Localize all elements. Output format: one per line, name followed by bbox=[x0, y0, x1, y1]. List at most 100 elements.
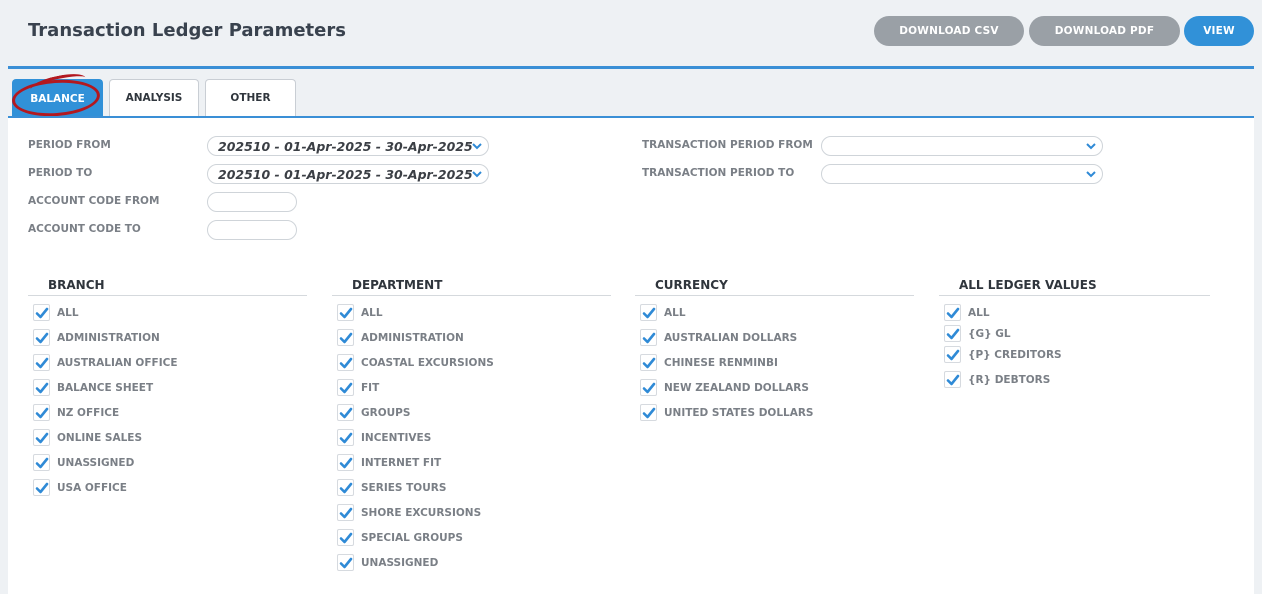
checkbox-item[interactable]: FIT bbox=[337, 379, 379, 396]
checkbox-item[interactable]: ALL bbox=[33, 304, 79, 321]
transaction-period-from-select[interactable] bbox=[821, 136, 1103, 156]
checkbox[interactable] bbox=[33, 429, 50, 446]
tab-other[interactable]: OTHER bbox=[205, 79, 296, 116]
checkbox-label: FIT bbox=[361, 381, 380, 394]
period-to-select[interactable]: 202510 - 01-Apr-2025 - 30-Apr-2025 bbox=[207, 164, 489, 184]
tab-analysis[interactable]: ANALYSIS bbox=[109, 79, 199, 116]
checkbox-label: UNASSIGNED bbox=[361, 556, 439, 569]
checkbox[interactable] bbox=[337, 404, 354, 421]
checkbox-item[interactable]: BALANCE SHEET bbox=[33, 379, 153, 396]
checkbox[interactable] bbox=[337, 529, 354, 546]
checkbox[interactable] bbox=[33, 379, 50, 396]
checkbox-item[interactable]: UNITED STATES DOLLARS bbox=[640, 404, 814, 421]
checkbox-label: NZ OFFICE bbox=[57, 406, 120, 419]
checkbox-item[interactable]: ALL bbox=[337, 304, 383, 321]
checkbox-item[interactable]: ADMINISTRATION bbox=[337, 329, 464, 346]
chevron-down-icon bbox=[472, 171, 482, 178]
checkbox-item[interactable]: UNASSIGNED bbox=[33, 454, 134, 471]
checkbox-item[interactable]: COASTAL EXCURSIONS bbox=[337, 354, 494, 371]
checkbox[interactable] bbox=[944, 304, 961, 321]
checkmark-icon bbox=[35, 382, 49, 394]
checkbox-item[interactable]: USA OFFICE bbox=[33, 479, 127, 496]
checkbox-item[interactable]: CHINESE RENMINBI bbox=[640, 354, 778, 371]
view-button[interactable]: VIEW bbox=[1184, 16, 1254, 46]
transaction-period-to-select[interactable] bbox=[821, 164, 1103, 184]
period-from-select[interactable]: 202510 - 01-Apr-2025 - 30-Apr-2025 bbox=[207, 136, 489, 156]
download-pdf-button[interactable]: DOWNLOAD PDF bbox=[1029, 16, 1180, 46]
checkbox[interactable] bbox=[640, 404, 657, 421]
checkbox-item[interactable]: INTERNET FIT bbox=[337, 454, 441, 471]
checkbox-item[interactable]: {P} CREDITORS bbox=[944, 346, 1062, 363]
checkbox-item[interactable]: ONLINE SALES bbox=[33, 429, 142, 446]
checkbox-item[interactable]: INCENTIVES bbox=[337, 429, 431, 446]
checkbox-label: USA OFFICE bbox=[57, 481, 127, 494]
checkmark-icon bbox=[339, 307, 353, 319]
checkbox-item[interactable]: {R} DEBTORS bbox=[944, 371, 1050, 388]
checkbox[interactable] bbox=[337, 354, 354, 371]
checkbox-item[interactable]: SHORE EXCURSIONS bbox=[337, 504, 481, 521]
checkbox-item[interactable]: NEW ZEALAND DOLLARS bbox=[640, 379, 809, 396]
checkbox[interactable] bbox=[337, 304, 354, 321]
checkbox[interactable] bbox=[33, 304, 50, 321]
checkbox[interactable] bbox=[33, 354, 50, 371]
period-to-label: PERIOD TO bbox=[28, 167, 93, 179]
checkbox[interactable] bbox=[33, 479, 50, 496]
checkbox[interactable] bbox=[337, 479, 354, 496]
checkbox-item[interactable]: ADMINISTRATION bbox=[33, 329, 160, 346]
account-code-from-input[interactable] bbox=[207, 192, 297, 212]
chevron-down-icon bbox=[472, 143, 482, 150]
checkbox[interactable] bbox=[640, 354, 657, 371]
checkbox-item[interactable]: ALL bbox=[640, 304, 686, 321]
header-divider bbox=[8, 66, 1254, 69]
department-title: DEPARTMENT bbox=[352, 278, 443, 292]
checkbox-item[interactable]: AUSTRALIAN OFFICE bbox=[33, 354, 178, 371]
checkbox[interactable] bbox=[640, 329, 657, 346]
checkbox-item[interactable]: ALL bbox=[944, 304, 990, 321]
download-csv-button[interactable]: DOWNLOAD CSV bbox=[874, 16, 1024, 46]
checkbox-item[interactable]: NZ OFFICE bbox=[33, 404, 119, 421]
checkmark-icon bbox=[339, 407, 353, 419]
checkbox[interactable] bbox=[337, 329, 354, 346]
checkmark-icon bbox=[339, 332, 353, 344]
checkbox-item[interactable]: UNASSIGNED bbox=[337, 554, 438, 571]
checkbox-label: ALL bbox=[968, 306, 990, 319]
checkbox[interactable] bbox=[33, 329, 50, 346]
checkbox-item[interactable]: SERIES TOURS bbox=[337, 479, 446, 496]
checkbox-label: AUSTRALIAN DOLLARS bbox=[664, 331, 798, 344]
checkbox[interactable] bbox=[944, 325, 961, 342]
checkmark-icon bbox=[339, 482, 353, 494]
group-divider bbox=[635, 295, 914, 296]
transaction-period-from-label: TRANSACTION PERIOD FROM bbox=[642, 139, 813, 151]
checkbox-label: UNITED STATES DOLLARS bbox=[664, 406, 814, 419]
checkbox-item[interactable]: AUSTRALIAN DOLLARS bbox=[640, 329, 797, 346]
checkbox-label: UNASSIGNED bbox=[57, 456, 135, 469]
checkbox[interactable] bbox=[33, 404, 50, 421]
checkbox-label: GROUPS bbox=[361, 406, 411, 419]
checkbox-item[interactable]: SPECIAL GROUPS bbox=[337, 529, 463, 546]
checkbox-label: INTERNET FIT bbox=[361, 456, 442, 469]
checkmark-icon bbox=[339, 532, 353, 544]
account-code-to-label: ACCOUNT CODE TO bbox=[28, 223, 141, 235]
tab-balance[interactable]: BALANCE bbox=[12, 79, 103, 117]
checkbox[interactable] bbox=[33, 454, 50, 471]
checkbox[interactable] bbox=[944, 346, 961, 363]
checkbox[interactable] bbox=[337, 554, 354, 571]
checkmark-icon bbox=[35, 307, 49, 319]
checkbox[interactable] bbox=[944, 371, 961, 388]
checkmark-icon bbox=[35, 407, 49, 419]
checkbox[interactable] bbox=[337, 504, 354, 521]
checkmark-icon bbox=[35, 332, 49, 344]
checkbox[interactable] bbox=[337, 429, 354, 446]
checkbox[interactable] bbox=[337, 454, 354, 471]
checkbox-label: SPECIAL GROUPS bbox=[361, 531, 463, 544]
transaction-period-to-label: TRANSACTION PERIOD TO bbox=[642, 167, 795, 179]
checkbox[interactable] bbox=[337, 379, 354, 396]
checkbox[interactable] bbox=[640, 379, 657, 396]
checkbox-item[interactable]: {G} GL bbox=[944, 325, 1011, 342]
checkmark-icon bbox=[35, 432, 49, 444]
account-code-to-input[interactable] bbox=[207, 220, 297, 240]
checkmark-icon bbox=[339, 457, 353, 469]
checkbox-label: CHINESE RENMINBI bbox=[664, 356, 778, 369]
checkbox[interactable] bbox=[640, 304, 657, 321]
checkbox-item[interactable]: GROUPS bbox=[337, 404, 410, 421]
